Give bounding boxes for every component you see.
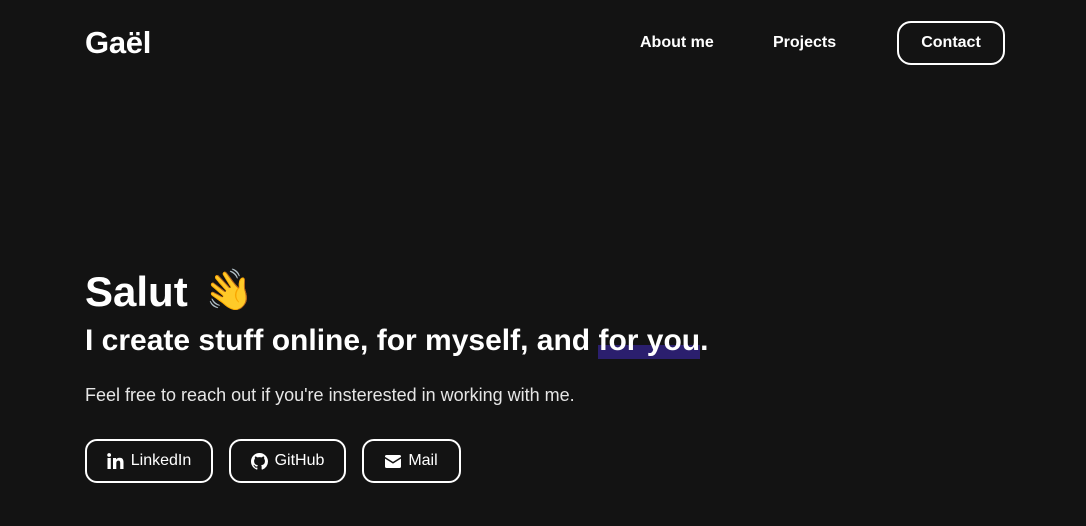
site-logo[interactable]: Gaël — [85, 25, 151, 61]
contact-button-label: Contact — [921, 34, 981, 51]
linkedin-button[interactable]: LinkedIn — [85, 439, 213, 483]
nav-about-link[interactable]: About me — [640, 33, 714, 53]
hero-description: Feel free to reach out if you're instere… — [85, 385, 575, 405]
contact-button[interactable]: Contact — [897, 21, 1005, 65]
page: Gaël About me Projects Contact Salut 👋 I… — [0, 0, 1086, 526]
subtitle-highlight-text: for you — [598, 324, 701, 357]
mail-label: Mail — [408, 452, 438, 469]
hero-greeting: Salut 👋 — [85, 264, 258, 320]
github-icon — [250, 452, 268, 470]
subtitle-period: . — [700, 324, 709, 357]
github-label: GitHub — [274, 452, 325, 469]
hero-greeting-text: Salut — [85, 268, 188, 315]
waving-hand-icon: 👋 — [199, 265, 258, 319]
linkedin-label: LinkedIn — [130, 452, 192, 469]
linkedin-icon — [107, 453, 124, 469]
nav-projects-link[interactable]: Projects — [773, 33, 836, 53]
mail-button[interactable]: Mail — [362, 439, 461, 483]
subtitle-text: I create stuff online, for myself, and — [85, 324, 599, 357]
github-button[interactable]: GitHub — [229, 439, 346, 483]
hero-subtitle: I create stuff online, for myself, and f… — [85, 322, 708, 360]
mail-icon — [385, 454, 402, 468]
subtitle-highlight: for you — [598, 322, 700, 360]
